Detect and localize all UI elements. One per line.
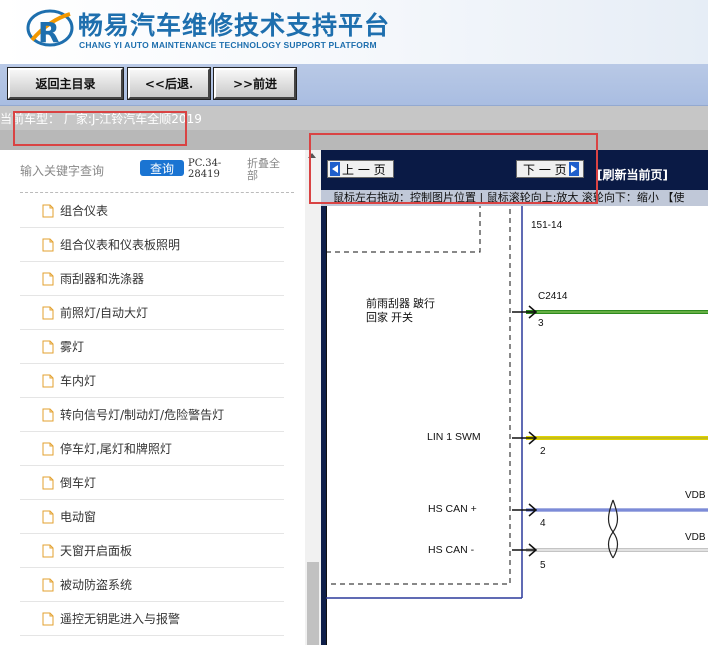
pin-number: 4 (540, 518, 546, 529)
tree-item[interactable]: 前照灯/自动大灯 (20, 296, 284, 330)
app-subtitle: CHANG YI AUTO MAINTENANCE TECHNOLOGY SUP… (79, 40, 377, 50)
tree-item-label: 被动防盗系统 (60, 578, 133, 592)
tree-item[interactable]: 车内灯 (20, 364, 284, 398)
tree-item-label: 车内灯 (60, 374, 97, 388)
tree-item[interactable]: 被动防盗系统 (20, 568, 284, 602)
document-icon (42, 612, 54, 625)
tree-item[interactable]: 倒车灯 (20, 466, 284, 500)
document-icon (42, 340, 54, 353)
wire-label: VDB (685, 490, 706, 501)
highlight-box-page-buttons (309, 133, 598, 204)
app-header: R 畅易汽车维修技术支持平台 CHANG YI AUTO MAINTENANCE… (0, 0, 708, 64)
document-icon (42, 204, 54, 217)
pc-code: PC.34-28419 (188, 158, 222, 180)
pin-number: 3 (538, 318, 544, 329)
tree-item-selected[interactable]: 雨刮器和洗涤器 (20, 262, 284, 296)
tree-item-label: 停车灯,尾灯和牌照灯 (60, 442, 172, 456)
search-button[interactable]: 查询 (140, 160, 184, 176)
tree-list: 组合仪表 组合仪表和仪表板照明 雨刮器和洗涤器 前照灯/自动大灯 雾灯 车内灯 … (20, 194, 284, 636)
nav-bar: 返回主目录 <<后退. >>前进 (0, 64, 708, 106)
pin-label: HS CAN + (428, 503, 477, 515)
wiring-diagram[interactable]: 151-14 前雨刮器 跛行 回家 开关 C2414 3 LIN 1 SWM 2… (326, 206, 708, 645)
home-button[interactable]: 返回主目录 (7, 67, 124, 100)
tree-item-label: 遥控无钥匙进入与报警 (60, 612, 181, 626)
page-ref: 151-14 (531, 220, 563, 231)
tree-item[interactable]: 组合仪表 (20, 194, 284, 228)
tree-item[interactable]: 天窗开启面板 (20, 534, 284, 568)
document-icon (42, 238, 54, 251)
diagram-lines (326, 206, 708, 645)
tree-item-label: 雾灯 (60, 340, 85, 354)
scroll-thumb[interactable] (307, 562, 319, 645)
divider (20, 192, 294, 193)
sidebar-scrollbar[interactable] (305, 150, 321, 645)
highlight-box-selected-item (13, 111, 187, 146)
pin-number: 2 (540, 446, 546, 457)
document-icon (42, 544, 54, 557)
collapse-all-link[interactable]: 折叠全部 (247, 158, 287, 182)
tree-item-label: 雨刮器和洗涤器 (60, 272, 145, 286)
document-icon (42, 510, 54, 523)
sidebar: 输入关键字查询 查询 PC.34-28419 折叠全部 组合仪表 组合仪表和仪表… (0, 150, 305, 645)
tree-item[interactable]: 遥控无钥匙进入与报警 (20, 602, 284, 636)
tree-item[interactable]: 停车灯,尾灯和牌照灯 (20, 432, 284, 466)
connector-label: C2414 (538, 291, 568, 302)
tree-item-label: 前照灯/自动大灯 (60, 306, 149, 320)
tree-item[interactable]: 电动窗 (20, 500, 284, 534)
svg-text:R: R (38, 16, 60, 49)
document-icon (42, 374, 54, 387)
tree-item-label: 电动窗 (60, 510, 97, 524)
tree-item-label: 组合仪表和仪表板照明 (60, 238, 181, 252)
forward-button[interactable]: >>前进 (213, 67, 297, 100)
tree-item-label: 组合仪表 (60, 204, 109, 218)
tree-item[interactable]: 转向信号灯/制动灯/危险警告灯 (20, 398, 284, 432)
tree-item[interactable]: 组合仪表和仪表板照明 (20, 228, 284, 262)
document-icon (42, 578, 54, 591)
wire-label: VDB (685, 532, 706, 543)
document-icon (42, 306, 54, 319)
pin-number: 5 (540, 560, 546, 571)
tree-item[interactable]: 雾灯 (20, 330, 284, 364)
tree-item-label: 天窗开启面板 (60, 544, 133, 558)
back-button[interactable]: <<后退. (127, 67, 211, 100)
document-icon (42, 476, 54, 489)
logo-icon: R (26, 9, 74, 49)
search-label[interactable]: 输入关键字查询 (20, 162, 104, 179)
tree-item-label: 转向信号灯/制动灯/危险警告灯 (60, 408, 225, 422)
tree-item-label: 倒车灯 (60, 476, 97, 490)
pin-label: HS CAN - (428, 544, 475, 556)
refresh-page-link[interactable]: [刷新当前页] (597, 166, 668, 183)
document-icon (42, 442, 54, 455)
app-title: 畅易汽车维修技术支持平台 (78, 11, 391, 40)
document-icon (42, 408, 54, 421)
document-icon (42, 272, 54, 285)
pin-label: LIN 1 SWM (427, 431, 481, 443)
switch-label-line2: 回家 开关 (366, 312, 414, 324)
